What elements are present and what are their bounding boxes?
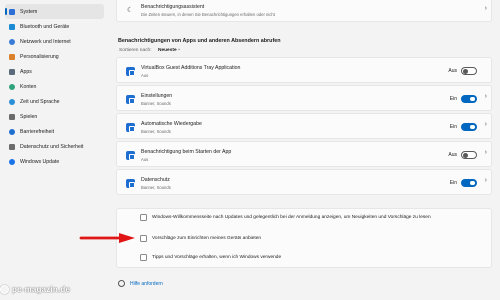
sidebar-nav: System Bluetooth und Geräte Netzwerk und… (0, 0, 108, 300)
accessibility-icon (9, 128, 15, 135)
toggle-state-label: Aus (448, 68, 457, 74)
sidebar-item-label: Apps (20, 68, 32, 75)
chevron-right-icon[interactable]: › (485, 177, 487, 184)
app-subtitle: Banner, Sounds (141, 184, 171, 190)
sidebar-item-accounts[interactable]: Konten (5, 79, 104, 94)
watermark-logo-icon (0, 285, 9, 294)
sidebar-item-apps[interactable]: Apps (5, 64, 104, 79)
annotation-arrow-icon (79, 233, 135, 243)
app-row-startup-notification[interactable]: Benachrichtigung beim Starten der App Au… (116, 141, 492, 167)
sidebar-item-label: Datenschutz und Sicherheit (20, 143, 84, 150)
notification-toggle[interactable] (461, 95, 477, 103)
focus-assist-subtitle: Die Zeiten steuern, in denen Sie Benachr… (141, 11, 275, 17)
section-header: Benachrichtigungen von Apps und anderen … (118, 38, 281, 44)
app-title: Datenschutz (141, 177, 170, 183)
checkbox-label: Vorschläge zum Einrichten meines Geräts … (152, 236, 262, 241)
main-content: ☾ Benachrichtigungsassistent Die Zeiten … (116, 0, 492, 300)
sidebar-item-gaming[interactable]: Spielen (5, 109, 104, 124)
privacy-app-icon (126, 179, 135, 188)
chevron-right-icon[interactable]: › (485, 93, 487, 100)
app-row-autoplay[interactable]: Automatische Wiedergabe Banner, Sounds E… (116, 113, 492, 139)
chevron-right-icon[interactable]: › (485, 121, 487, 128)
toggle-state-label: Ein (449, 96, 457, 102)
sort-label: Sortieren nach: (119, 48, 152, 53)
apps-icon (9, 68, 15, 75)
bluetooth-icon (9, 23, 15, 30)
sidebar-item-label: Windows Update (20, 158, 60, 165)
welcome-experience-checkbox[interactable] (140, 214, 147, 221)
system-icon (9, 8, 15, 15)
app-row-privacy[interactable]: Datenschutz Banner, Sounds Ein › (116, 169, 492, 195)
clock-icon (9, 98, 15, 105)
sidebar-item-personalization[interactable]: Personalisierung (5, 49, 104, 64)
sidebar-item-label: Konten (20, 83, 37, 90)
help-icon (118, 280, 125, 287)
help-link[interactable]: Hilfe anfordern (130, 281, 163, 287)
shield-icon (9, 143, 15, 150)
checkbox-label: Tipps und Vorschläge erhalten, wenn ich … (152, 255, 282, 260)
app-subtitle: Banner, Sounds (141, 128, 171, 134)
app-title: VirtualBox Guest Additions Tray Applicat… (141, 65, 241, 71)
chevron-down-icon[interactable]: ⌄ (177, 46, 181, 52)
sidebar-item-system[interactable]: System (5, 4, 104, 19)
app-title: Benachrichtigung beim Starten der App (141, 149, 232, 155)
gamepad-icon (9, 113, 15, 120)
settings-app-icon (126, 95, 135, 104)
sidebar-item-label: System (20, 8, 38, 15)
watermark-text: pc-magazin.de (12, 285, 71, 294)
account-icon (9, 83, 15, 90)
notification-toggle[interactable] (461, 67, 477, 75)
app-title: Einstellungen (141, 93, 173, 99)
focus-assist-title: Benachrichtigungsassistent (141, 4, 205, 10)
sidebar-item-privacy[interactable]: Datenschutz und Sicherheit (5, 139, 104, 154)
app-subtitle: Banner, Sounds (141, 100, 171, 106)
toggle-state-label: Ein (449, 124, 457, 130)
moon-icon: ☾ (127, 7, 134, 14)
brush-icon (9, 53, 15, 60)
network-icon (9, 38, 15, 45)
notification-toggle[interactable] (461, 123, 477, 131)
toggle-state-label: Ein (449, 180, 457, 186)
notification-toggle[interactable] (461, 151, 477, 159)
app-subtitle: Aus (141, 72, 149, 78)
focus-assist-card[interactable]: ☾ Benachrichtigungsassistent Die Zeiten … (116, 0, 492, 22)
startup-app-icon (126, 151, 135, 160)
notification-toggle[interactable] (461, 179, 477, 187)
update-icon (9, 158, 15, 165)
tips-suggestions-checkbox[interactable] (140, 254, 147, 261)
sidebar-item-label: Netzwerk und Internet (20, 38, 71, 45)
chevron-right-icon: › (484, 5, 487, 12)
additional-settings-card: Windows-Willkommensseite nach Updates un… (116, 208, 492, 268)
app-title: Automatische Wiedergabe (141, 121, 202, 127)
virtualbox-app-icon (126, 67, 135, 76)
sidebar-item-time-language[interactable]: Zeit und Sprache (5, 94, 104, 109)
app-row-settings[interactable]: Einstellungen Banner, Sounds Ein › (116, 85, 492, 111)
help-link-row[interactable]: Hilfe anfordern (118, 280, 163, 287)
sidebar-item-label: Spielen (20, 113, 38, 120)
autoplay-app-icon (126, 123, 135, 132)
watermark: pc-magazin.de (0, 285, 70, 294)
sidebar-item-bluetooth[interactable]: Bluetooth und Geräte (5, 19, 104, 34)
chevron-right-icon[interactable]: › (485, 149, 487, 156)
sidebar-item-label: Barrierefreiheit (20, 128, 55, 135)
sidebar-item-accessibility[interactable]: Barrierefreiheit (5, 124, 104, 139)
checkbox-label: Windows-Willkommensseite nach Updates un… (152, 215, 431, 220)
device-setup-suggestions-checkbox[interactable] (140, 235, 147, 242)
sidebar-item-label: Zeit und Sprache (20, 98, 60, 105)
sort-dropdown[interactable]: Neueste (158, 48, 177, 53)
sidebar-item-network[interactable]: Netzwerk und Internet (5, 34, 104, 49)
sidebar-item-windows-update[interactable]: Windows Update (5, 154, 104, 169)
sidebar-item-label: Bluetooth und Geräte (20, 23, 70, 30)
app-subtitle: Aus (141, 156, 149, 162)
app-row-virtualbox[interactable]: VirtualBox Guest Additions Tray Applicat… (116, 57, 492, 83)
toggle-state-label: Aus (448, 152, 457, 158)
sidebar-item-label: Personalisierung (20, 53, 59, 60)
